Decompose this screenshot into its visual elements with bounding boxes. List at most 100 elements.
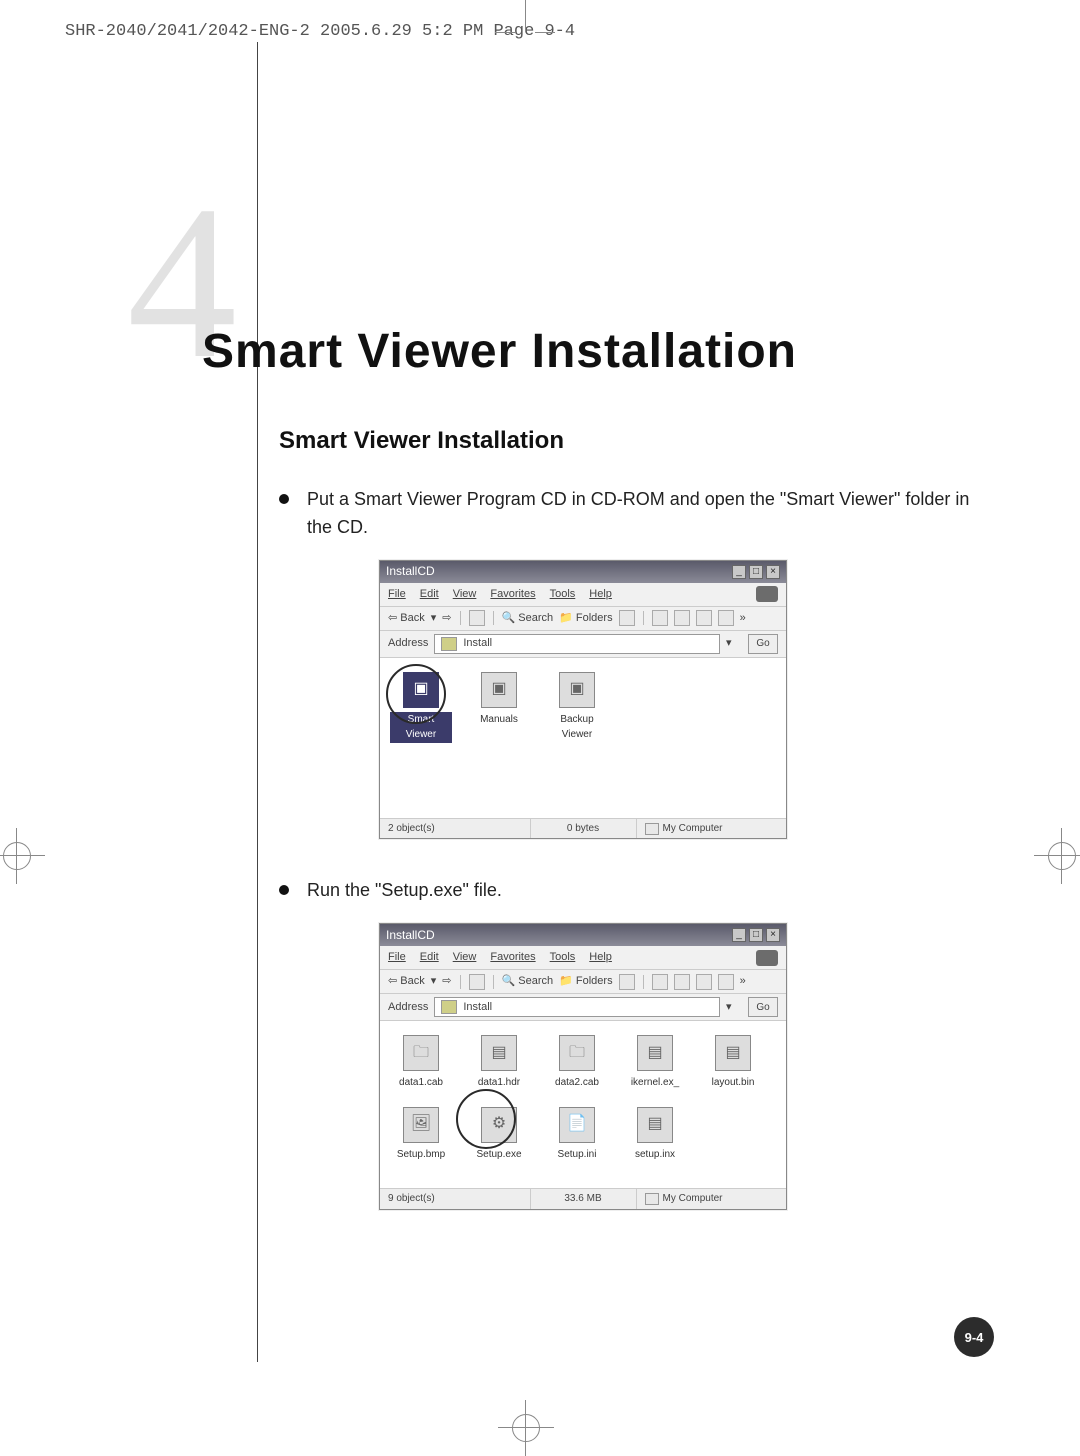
file-icon: ▤ — [637, 1107, 673, 1143]
archive-icon: 🗀 — [559, 1035, 595, 1071]
menu-favorites[interactable]: Favorites — [490, 586, 535, 603]
screenshot-explorer-folder: InstallCD _ □ × File Edit View Favorites… — [379, 560, 787, 840]
status-bar: 9 object(s) 33.6 MB My Computer — [380, 1188, 786, 1209]
window-menubar: File Edit View Favorites Tools Help — [380, 946, 786, 970]
menu-favorites[interactable]: Favorites — [490, 949, 535, 966]
window-titlebar: InstallCD _ □ × — [380, 924, 786, 946]
bullet-item: Run the "Setup.exe" file. — [279, 877, 979, 905]
toolbar-overflow-icon[interactable]: » — [740, 610, 746, 627]
file-label: Setup.ini — [546, 1147, 608, 1163]
up-folder-icon[interactable] — [469, 974, 485, 990]
menu-view[interactable]: View — [453, 949, 477, 966]
file-item-backup-viewer[interactable]: ▣ Backup Viewer — [546, 672, 608, 743]
toolbar-overflow-icon[interactable]: » — [740, 973, 746, 990]
file-label: data2.cab — [546, 1075, 608, 1091]
image-icon: 🖼 — [403, 1107, 439, 1143]
file-pane[interactable]: ▣ Smart Viewer ▣ Manuals ▣ Backup Viewer — [380, 658, 786, 818]
delete-icon[interactable] — [696, 610, 712, 626]
bullet-text: Put a Smart Viewer Program CD in CD-ROM … — [307, 486, 979, 542]
menu-view[interactable]: View — [453, 586, 477, 603]
file-item[interactable]: 🖼Setup.bmp — [390, 1107, 452, 1163]
registration-mark — [512, 1414, 540, 1442]
file-item[interactable]: ▤setup.inx — [624, 1107, 686, 1163]
address-dropdown-icon[interactable]: ▾ — [726, 999, 742, 1016]
file-icon: ▤ — [637, 1035, 673, 1071]
address-input[interactable]: Install — [434, 997, 720, 1017]
file-label: Setup.exe — [468, 1147, 530, 1163]
file-item[interactable]: 📄 Setup.ini — [546, 1107, 608, 1163]
file-item-smart-viewer[interactable]: ▣ Smart Viewer — [390, 672, 452, 743]
file-label: Backup Viewer — [546, 712, 608, 743]
file-label: Smart Viewer — [390, 712, 452, 743]
maximize-icon[interactable]: □ — [749, 928, 763, 942]
close-icon[interactable]: × — [766, 565, 780, 579]
move-to-icon[interactable] — [652, 974, 668, 990]
address-label: Address — [388, 999, 428, 1016]
bullet-icon — [279, 494, 289, 504]
search-button[interactable]: 🔍 Search — [502, 973, 554, 990]
folder-icon: ▣ — [481, 672, 517, 708]
history-icon[interactable] — [619, 974, 635, 990]
search-button[interactable]: 🔍 Search — [502, 610, 554, 627]
menu-help[interactable]: Help — [589, 949, 612, 966]
toolbar-chevron-icon[interactable]: ▾ — [431, 973, 437, 990]
menu-tools[interactable]: Tools — [550, 949, 576, 966]
history-icon[interactable] — [619, 610, 635, 626]
chapter-title: Smart Viewer Installation — [202, 324, 797, 379]
forward-button[interactable]: ⇨ — [442, 610, 451, 627]
registration-mark — [3, 842, 31, 870]
bullet-text: Run the "Setup.exe" file. — [307, 877, 502, 905]
file-pane[interactable]: 🗀 data1.cab ▤data1.hdr 🗀 data2.cab ▤ikerne… — [380, 1021, 786, 1188]
undo-icon[interactable] — [718, 610, 734, 626]
menu-file[interactable]: File — [388, 586, 406, 603]
address-dropdown-icon[interactable]: ▾ — [726, 635, 742, 652]
menu-tools[interactable]: Tools — [550, 586, 576, 603]
windows-logo-icon — [756, 950, 778, 966]
file-icon: ▤ — [481, 1035, 517, 1071]
copy-to-icon[interactable] — [674, 974, 690, 990]
up-folder-icon[interactable] — [469, 610, 485, 626]
file-item[interactable]: ▤ikernel.ex_ — [624, 1035, 686, 1091]
minimize-icon[interactable]: _ — [732, 565, 746, 579]
copy-to-icon[interactable] — [674, 610, 690, 626]
maximize-icon[interactable]: □ — [749, 565, 763, 579]
file-item-manuals[interactable]: ▣ Manuals — [468, 672, 530, 743]
section-title: Smart Viewer Installation — [279, 427, 564, 455]
move-to-icon[interactable] — [652, 610, 668, 626]
menu-edit[interactable]: Edit — [420, 586, 439, 603]
file-item[interactable]: ▤data1.hdr — [468, 1035, 530, 1091]
menu-help[interactable]: Help — [589, 586, 612, 603]
file-item[interactable]: 🗀 data1.cab — [390, 1035, 452, 1091]
registration-mark — [1048, 842, 1076, 870]
menu-file[interactable]: File — [388, 949, 406, 966]
file-item[interactable]: ▤layout.bin — [702, 1035, 764, 1091]
window-title: InstallCD — [386, 562, 435, 581]
folders-button[interactable]: 📁 Folders — [559, 610, 612, 627]
menu-edit[interactable]: Edit — [420, 949, 439, 966]
forward-button[interactable]: ⇨ — [442, 973, 451, 990]
address-input[interactable]: Install — [434, 634, 720, 654]
page-number: 9-4 — [954, 1317, 994, 1357]
file-item-setup-exe[interactable]: ⚙Setup.exe — [468, 1107, 530, 1163]
go-button[interactable]: Go — [748, 634, 778, 654]
minimize-icon[interactable]: _ — [732, 928, 746, 942]
undo-icon[interactable] — [718, 974, 734, 990]
folder-icon: ▣ — [559, 672, 595, 708]
archive-icon: 🗀 — [403, 1035, 439, 1071]
close-icon[interactable]: × — [766, 928, 780, 942]
folders-button[interactable]: 📁 Folders — [559, 973, 612, 990]
window-menubar: File Edit View Favorites Tools Help — [380, 583, 786, 607]
config-icon: 📄 — [559, 1107, 595, 1143]
status-right: My Computer — [663, 821, 723, 837]
delete-icon[interactable] — [696, 974, 712, 990]
windows-logo-icon — [756, 586, 778, 602]
back-button[interactable]: ⇦ Back — [388, 610, 425, 627]
go-button[interactable]: Go — [748, 997, 778, 1017]
address-label: Address — [388, 635, 428, 652]
status-center: 33.6 MB — [531, 1189, 637, 1209]
file-item[interactable]: 🗀 data2.cab — [546, 1035, 608, 1091]
back-button[interactable]: ⇦ Back — [388, 973, 425, 990]
screenshot-explorer-files: InstallCD _ □ × File Edit View Favorites… — [379, 923, 787, 1210]
file-label: data1.cab — [390, 1075, 452, 1091]
toolbar-chevron-icon[interactable]: ▾ — [431, 610, 437, 627]
